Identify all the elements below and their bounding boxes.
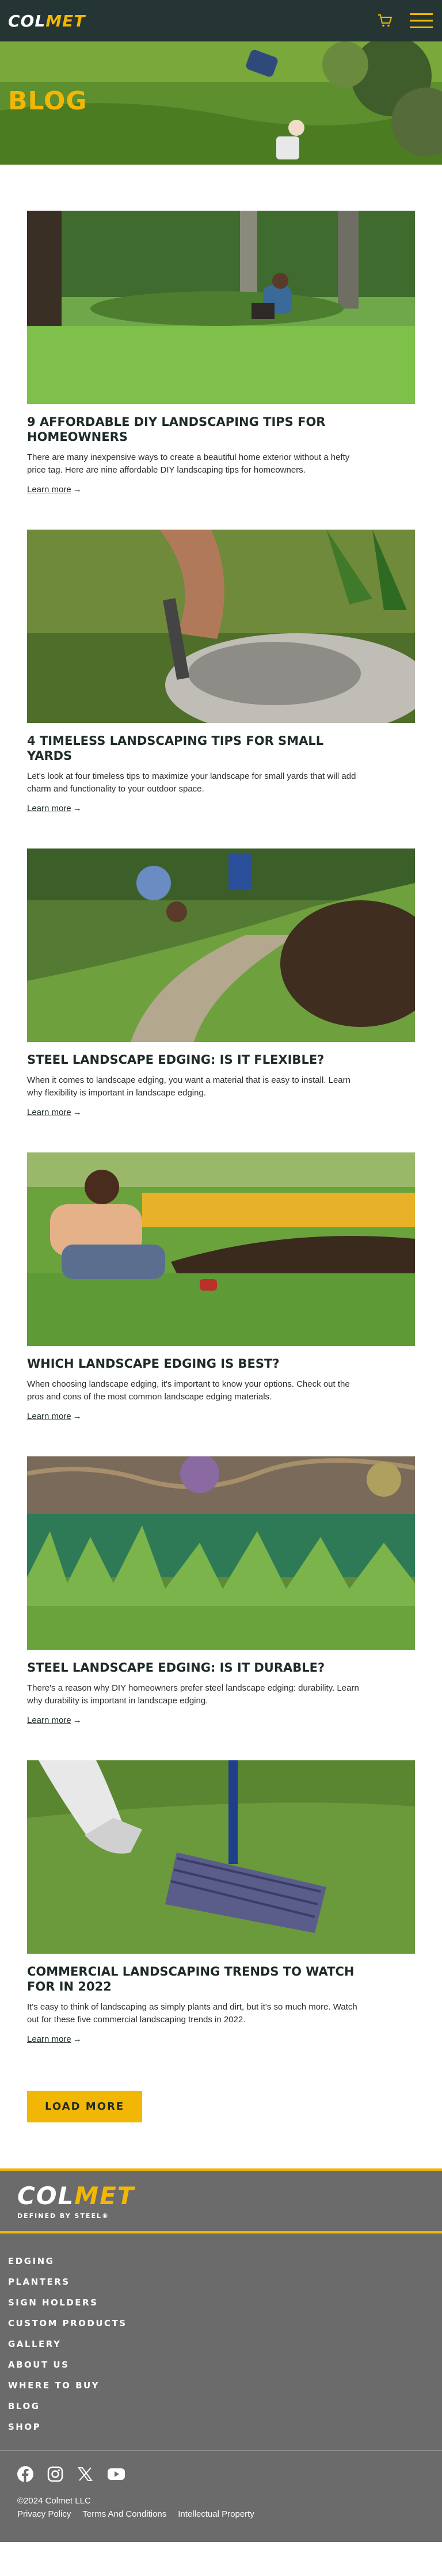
learn-more-link[interactable]: Learn more → <box>27 1715 82 1725</box>
post-thumbnail-image <box>27 1760 415 1954</box>
terms-and-conditions-link[interactable]: Terms And Conditions <box>82 2509 166 2519</box>
post-image-link[interactable] <box>27 848 415 1042</box>
post-title[interactable]: 4 TIMELESS LANDSCAPING TIPS FOR SMALL YA… <box>27 733 372 763</box>
blog-post: 4 TIMELESS LANDSCAPING TIPS FOR SMALL YA… <box>27 530 415 814</box>
post-thumbnail-image <box>27 211 415 404</box>
post-excerpt: There's a reason why DIY homeowners pref… <box>27 1683 359 1706</box>
learn-more-label: Learn more <box>27 1411 71 1421</box>
post-image-link[interactable] <box>27 530 415 723</box>
page-title: BLOG <box>8 86 87 116</box>
blog-post: STEEL LANDSCAPE EDGING: IS IT FLEXIBLE? … <box>27 848 415 1118</box>
post-thumbnail-image <box>27 848 415 1042</box>
arrow-right-icon: → <box>73 804 82 813</box>
legal-links: Privacy Policy Terms And Conditions Inte… <box>17 2509 425 2519</box>
blog-post: STEEL LANDSCAPE EDGING: IS IT DURABLE? T… <box>27 1456 415 1726</box>
instagram-icon[interactable] <box>47 2466 63 2482</box>
header-actions <box>378 13 433 29</box>
post-excerpt: When it comes to landscape edging, you w… <box>27 1075 350 1098</box>
footer-nav-where-to-buy[interactable]: WHERE TO BUY <box>8 2375 434 2396</box>
post-thumbnail-image <box>27 1152 415 1346</box>
post-excerpt: Let's look at four timeless tips to maxi… <box>27 771 356 794</box>
footer-nav-blog[interactable]: BLOG <box>8 2396 434 2417</box>
arrow-right-icon: → <box>73 1108 82 1117</box>
privacy-policy-link[interactable]: Privacy Policy <box>17 2509 71 2519</box>
footer-nav-shop[interactable]: SHOP <box>8 2417 434 2437</box>
social-links <box>17 2466 425 2482</box>
post-title[interactable]: COMMERCIAL LANDSCAPING TRENDS TO WATCH F… <box>27 1964 372 1994</box>
post-title[interactable]: 9 AFFORDABLE DIY LANDSCAPING TIPS FOR HO… <box>27 414 372 444</box>
blog-post: WHICH LANDSCAPE EDGING IS BEST? When cho… <box>27 1152 415 1422</box>
post-title[interactable]: STEEL LANDSCAPE EDGING: IS IT DURABLE? <box>27 1660 372 1675</box>
footer-nav-planters[interactable]: PLANTERS <box>8 2271 434 2292</box>
post-excerpt: When choosing landscape edging, it's imp… <box>27 1379 350 1402</box>
facebook-icon[interactable] <box>17 2466 33 2482</box>
learn-more-link[interactable]: Learn more → <box>27 1108 82 1117</box>
learn-more-label: Learn more <box>27 804 71 813</box>
learn-more-link[interactable]: Learn more → <box>27 1411 82 1421</box>
blog-post-list: 9 AFFORDABLE DIY LANDSCAPING TIPS FOR HO… <box>0 165 442 2091</box>
footer-nav: EDGING PLANTERS SIGN HOLDERS CUSTOM PROD… <box>0 2233 442 2450</box>
footer-logo-text-white: COL <box>17 2182 75 2210</box>
learn-more-link[interactable]: Learn more → <box>27 804 82 813</box>
learn-more-label: Learn more <box>27 1715 71 1725</box>
post-title[interactable]: WHICH LANDSCAPE EDGING IS BEST? <box>27 1356 372 1371</box>
footer-nav-gallery[interactable]: GALLERY <box>8 2334 434 2354</box>
load-more-button[interactable]: LOAD MORE <box>27 2091 143 2122</box>
x-twitter-icon[interactable] <box>77 2466 93 2482</box>
youtube-icon[interactable] <box>107 2467 125 2481</box>
intellectual-property-link[interactable]: Intellectual Property <box>178 2509 254 2519</box>
footer-tagline: DEFINED BY STEEL® <box>17 2212 109 2220</box>
footer-nav-custom-products[interactable]: CUSTOM PRODUCTS <box>8 2313 434 2334</box>
footer-brand: COLMET DEFINED BY STEEL® <box>0 2168 442 2231</box>
learn-more-label: Learn more <box>27 1108 71 1117</box>
learn-more-label: Learn more <box>27 2034 71 2044</box>
copyright-text: ©2024 Colmet LLC <box>17 2496 91 2506</box>
post-image-link[interactable] <box>27 1456 415 1650</box>
blog-post: COMMERCIAL LANDSCAPING TRENDS TO WATCH F… <box>27 1760 415 2045</box>
footer-nav-sign-holders[interactable]: SIGN HOLDERS <box>8 2292 434 2313</box>
hero-banner: BLOG <box>0 41 442 165</box>
footer-nav-edging[interactable]: EDGING <box>8 2251 434 2271</box>
logo-text-white: COL <box>8 11 46 31</box>
learn-more-link[interactable]: Learn more → <box>27 485 82 494</box>
post-title[interactable]: STEEL LANDSCAPE EDGING: IS IT FLEXIBLE? <box>27 1052 372 1067</box>
site-header: COLMET <box>0 0 442 41</box>
cart-icon[interactable] <box>378 14 393 28</box>
arrow-right-icon: → <box>73 485 82 494</box>
arrow-right-icon: → <box>73 1715 82 1725</box>
post-thumbnail-image <box>27 530 415 723</box>
post-excerpt: It's easy to think of landscaping as sim… <box>27 2002 357 2025</box>
post-excerpt: There are many inexpensive ways to creat… <box>27 452 350 475</box>
blog-post: 9 AFFORDABLE DIY LANDSCAPING TIPS FOR HO… <box>27 211 415 495</box>
post-image-link[interactable] <box>27 1152 415 1346</box>
learn-more-link[interactable]: Learn more → <box>27 2034 82 2044</box>
learn-more-label: Learn more <box>27 485 71 494</box>
site-footer: COLMET DEFINED BY STEEL® EDGING PLANTERS… <box>0 2168 442 2542</box>
arrow-right-icon: → <box>73 2034 82 2044</box>
footer-nav-about-us[interactable]: ABOUT US <box>8 2354 434 2375</box>
arrow-right-icon: → <box>73 1411 82 1421</box>
hamburger-menu-icon[interactable] <box>410 13 433 29</box>
footer-bottom: ©2024 Colmet LLC Privacy Policy Terms An… <box>0 2450 442 2542</box>
footer-colmet-logo[interactable]: COLMET <box>17 2182 135 2210</box>
post-thumbnail-image <box>27 1456 415 1650</box>
logo-text-accent: MET <box>45 11 86 31</box>
footer-logo-text-accent: MET <box>74 2182 135 2210</box>
colmet-logo[interactable]: COLMET <box>8 12 85 31</box>
post-image-link[interactable] <box>27 1760 415 1954</box>
post-image-link[interactable] <box>27 211 415 404</box>
